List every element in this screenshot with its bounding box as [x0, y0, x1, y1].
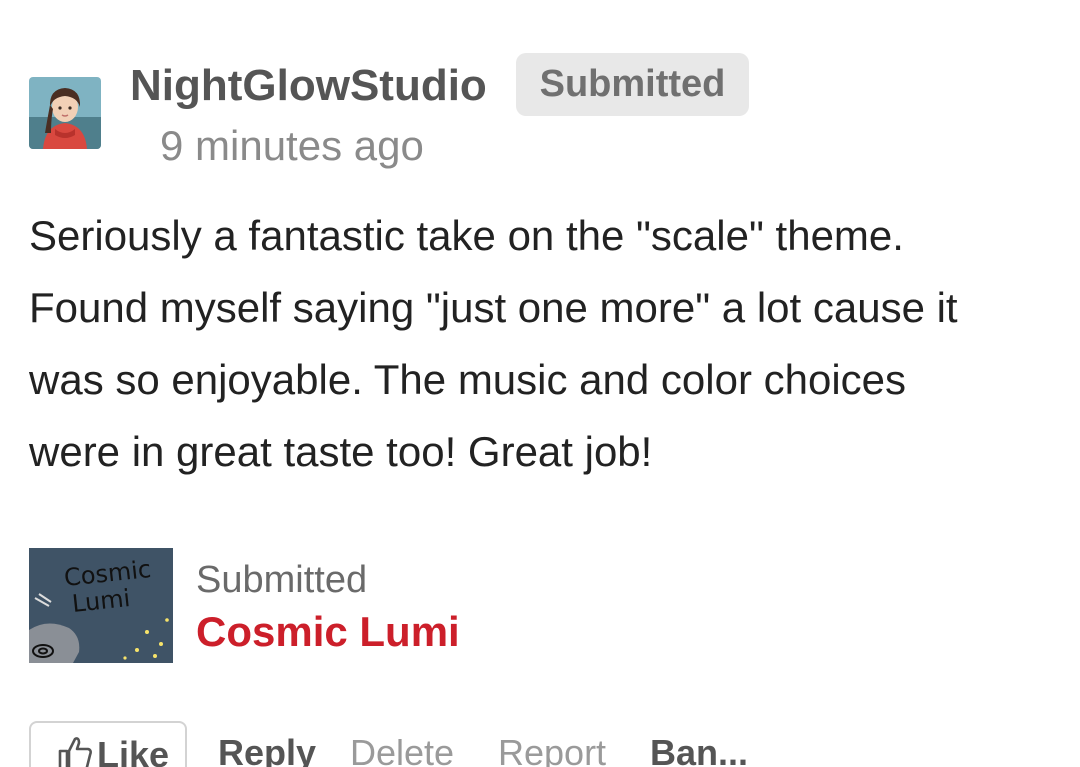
submitted-badge: Submitted — [516, 53, 749, 116]
comment-line: Seriously a fantastic take on the "scale… — [29, 212, 904, 259]
comment-line: Found myself saying "just one more" a lo… — [29, 284, 958, 331]
author-name[interactable]: NightGlowStudio — [130, 59, 487, 113]
comment-body: Seriously a fantastic take on the "scale… — [29, 200, 1059, 488]
report-link[interactable]: Report — [498, 731, 606, 767]
game-thumbnail-art: Cosmic Lumi — [29, 548, 173, 663]
like-button[interactable]: Like — [29, 721, 187, 767]
submission-label: Submitted — [196, 559, 368, 601]
comment-card: NightGlowStudio Submitted 9 minutes ago … — [0, 0, 1080, 767]
like-label: Like — [97, 734, 170, 767]
reply-link[interactable]: Reply — [218, 731, 316, 767]
ban-link[interactable]: Ban... — [650, 731, 748, 767]
avatar-illustration — [29, 77, 101, 149]
comment-line: were in great taste too! Great job! — [29, 428, 653, 475]
comment-timestamp[interactable]: 9 minutes ago — [160, 120, 424, 172]
game-thumbnail[interactable]: Cosmic Lumi — [29, 548, 173, 663]
thumbs-up-icon — [57, 733, 93, 767]
user-avatar[interactable] — [29, 77, 101, 149]
game-title-link[interactable]: Cosmic Lumi — [196, 606, 460, 658]
delete-link[interactable]: Delete — [350, 731, 454, 767]
comment-line: was so enjoyable. The music and color ch… — [29, 356, 907, 403]
